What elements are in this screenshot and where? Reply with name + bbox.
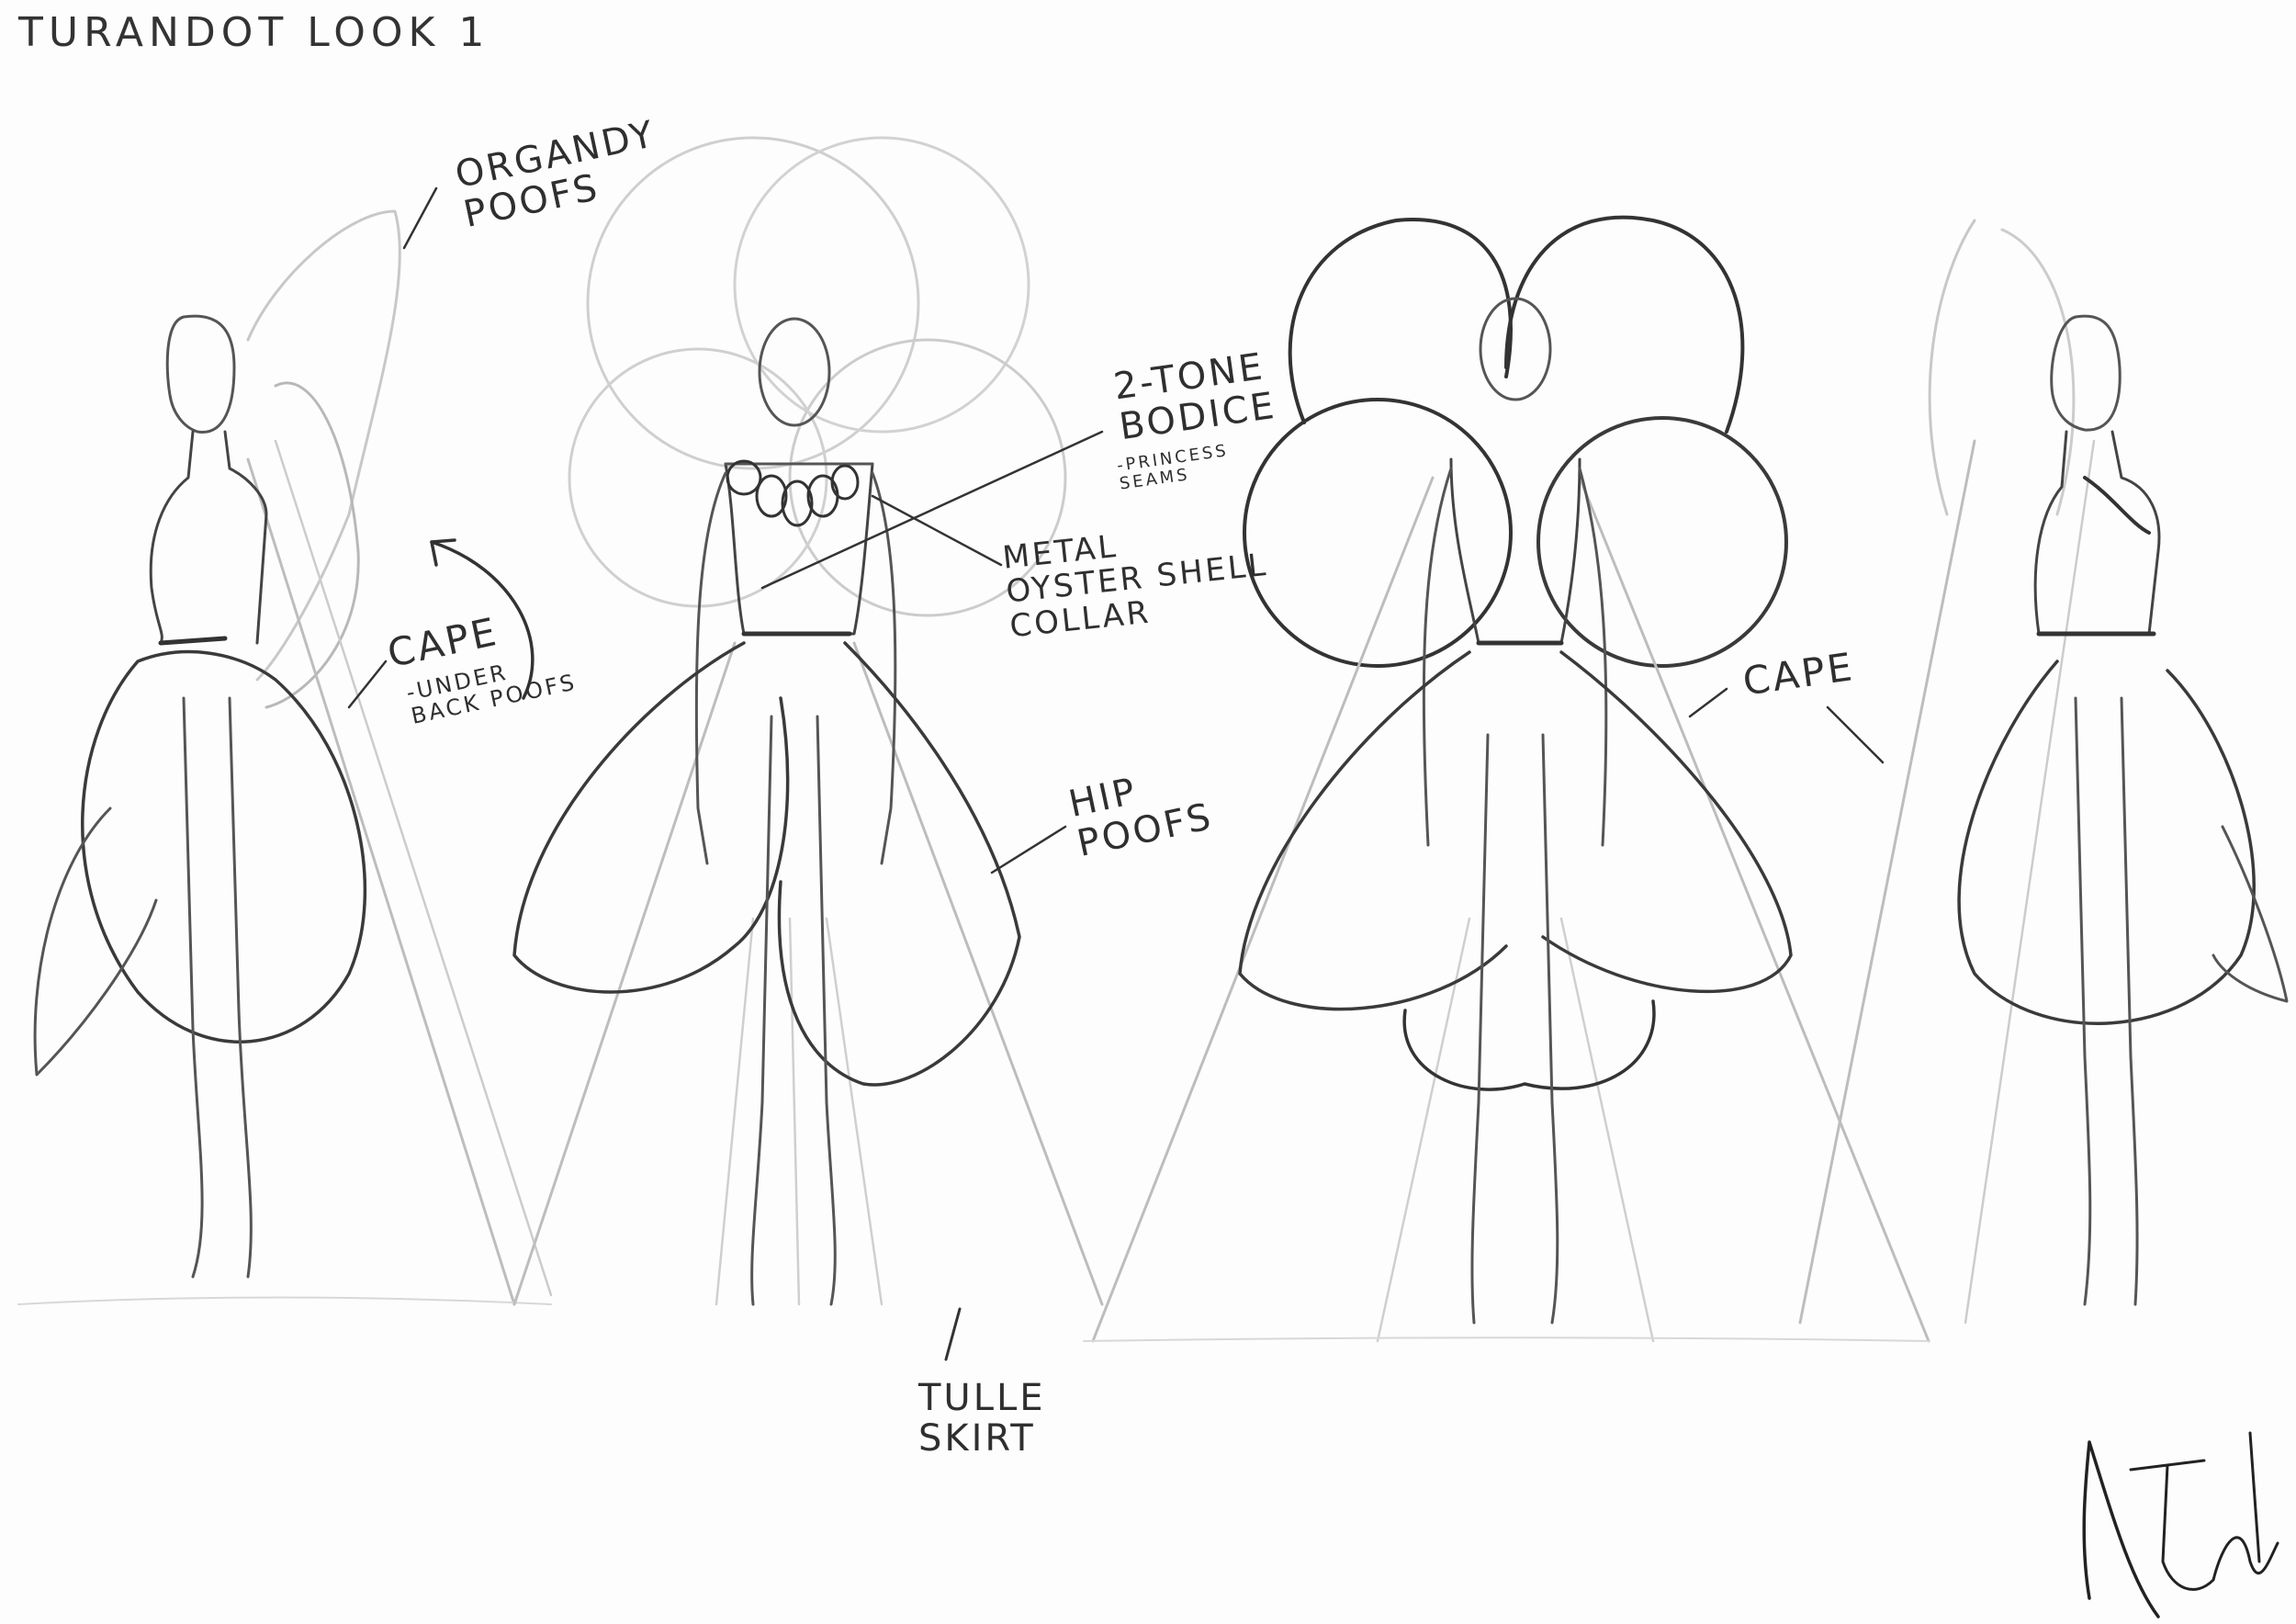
figure-front [512,136,1104,1361]
label-tulle-skirt: TULLE SKIRT [918,1377,1046,1460]
artist-signature [2082,1431,2279,1618]
page-title: TURANDOT LOOK 1 [18,9,490,56]
figure-side-right [1798,219,2289,1325]
figure-side-left [17,186,553,1306]
sketch-sheet: TURANDOT LOOK 1 ORGANDY POOFS CAPE -UNDE… [0,0,2296,1624]
